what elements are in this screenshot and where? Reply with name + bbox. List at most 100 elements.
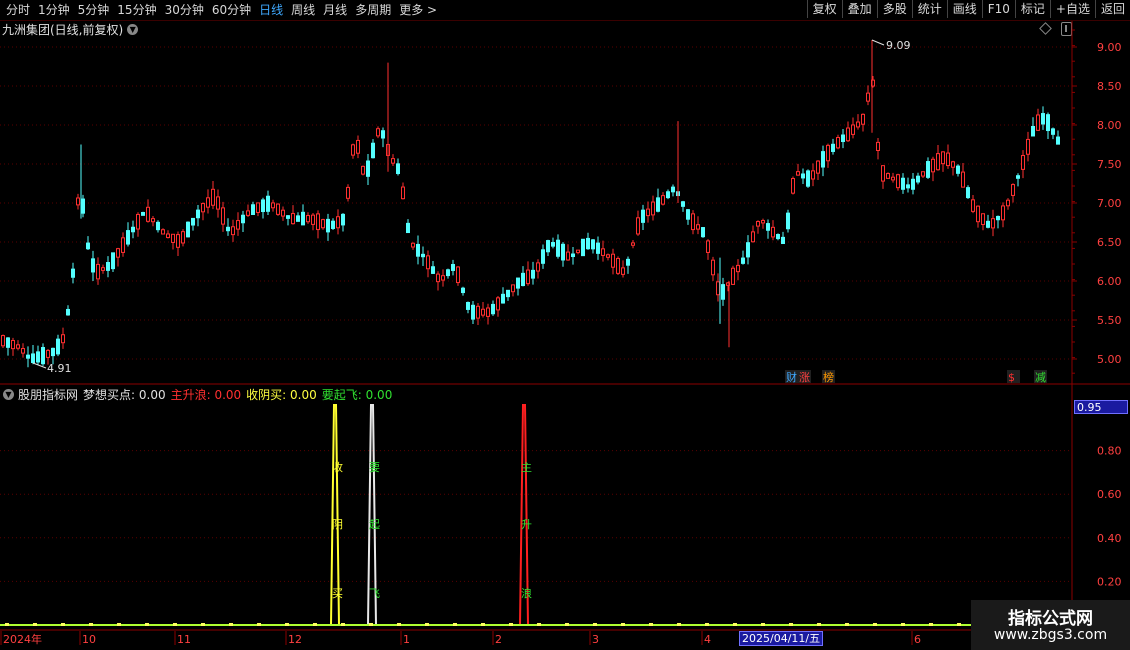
time-label: 6 (914, 633, 921, 646)
candle-body (356, 139, 360, 154)
candle-body (111, 252, 115, 270)
candle-body (1046, 114, 1050, 132)
candle-body (321, 219, 325, 229)
indicator-tick-label: 0.40 (1097, 532, 1122, 545)
candle-body (476, 305, 480, 319)
baseline-dot (677, 623, 681, 626)
candle-body (491, 303, 495, 315)
price-tick-label: 7.00 (1097, 197, 1122, 210)
candle-body (971, 199, 975, 212)
candle-body (846, 127, 850, 142)
event-tag[interactable]: 减 (1035, 371, 1046, 384)
candle-body (241, 214, 245, 224)
candle-body (976, 205, 980, 223)
candle-body (811, 170, 815, 180)
candle-body (166, 233, 170, 239)
candle-body (141, 211, 145, 216)
candle-body (1001, 205, 1005, 221)
candle-body (576, 249, 580, 254)
event-tag[interactable]: 榜 (823, 370, 834, 384)
candle-body (761, 220, 765, 224)
candle-body (256, 202, 260, 213)
baseline-dot (369, 623, 373, 626)
candle-body (636, 217, 640, 235)
candle-body (481, 308, 485, 316)
candle-body (966, 187, 970, 199)
candle-body (176, 234, 180, 248)
candle-body (151, 218, 155, 223)
baseline-dot (621, 623, 625, 626)
candle-body (841, 134, 845, 143)
candle-body (286, 215, 290, 219)
indicator-name: 股朋指标网 (18, 387, 79, 402)
candle-body (21, 348, 25, 354)
baseline-dot (649, 623, 653, 626)
candle-body (306, 214, 310, 223)
candle-body (521, 272, 525, 287)
candle-body (451, 264, 455, 271)
price-markers: 9.09 4.91 (32, 39, 911, 375)
chevron-down-icon[interactable]: ▼ (3, 388, 14, 400)
candle-body (11, 340, 15, 350)
candle-body (561, 243, 565, 261)
time-label: 4 (704, 633, 711, 646)
candle-body (246, 210, 250, 216)
candle-body (231, 226, 235, 236)
baseline-dot (733, 623, 737, 626)
candle-body (101, 267, 105, 271)
candle-body (546, 240, 550, 253)
baseline-dot (257, 623, 261, 626)
event-tag[interactable]: 涨 (799, 371, 810, 384)
candle-body (696, 224, 700, 230)
baseline-dot (313, 623, 317, 626)
candle-body (411, 242, 415, 248)
event-tag[interactable]: $ (1008, 371, 1015, 384)
candle-body (316, 213, 320, 231)
candle-body (786, 212, 790, 230)
candle-body (1051, 128, 1055, 135)
candle-body (326, 218, 330, 233)
event-tag[interactable]: 财 (786, 370, 797, 384)
baseline-dot (285, 623, 289, 626)
candle-body (106, 262, 110, 271)
high-marker-label: 9.09 (886, 39, 911, 52)
watermark-url: www.zbgs3.com (993, 627, 1108, 643)
baseline-dot (593, 623, 597, 626)
signal-char: 阴 (332, 518, 343, 531)
candle-body (341, 213, 345, 226)
baseline-dot (509, 623, 513, 626)
price-tick-label: 6.00 (1097, 275, 1122, 288)
candle-body (61, 334, 65, 344)
candle-body (601, 248, 605, 256)
indicator-tick-label: 0.60 (1097, 488, 1122, 501)
indicator-baseline (0, 623, 1073, 626)
price-tick-label: 8.00 (1097, 119, 1122, 132)
candle-body (666, 191, 670, 199)
candle-body (181, 231, 185, 244)
candle-body (911, 178, 915, 190)
candle-body (981, 213, 985, 226)
candle-body (121, 237, 125, 253)
baseline-dot (537, 623, 541, 626)
candle-body (351, 144, 355, 156)
candle-body (456, 266, 460, 284)
indicator-signals: 收阴买 要起飞 主升浪 (330, 404, 532, 626)
candle-body (631, 242, 635, 246)
time-label: 10 (82, 633, 96, 646)
candle-body (956, 165, 960, 174)
candle-body (361, 165, 365, 175)
kline-chart[interactable]: 9.00 8.50 8.00 7.50 7.00 6.50 6.00 5.50 5.00 9.0… (0, 0, 1130, 650)
candle-body (986, 220, 990, 228)
candle-body (536, 262, 540, 272)
candle-body (586, 237, 590, 250)
candle-body (406, 222, 410, 234)
candle-body (1026, 138, 1030, 155)
candle-body (701, 227, 705, 238)
candle-body (1036, 114, 1040, 131)
signal-char: 要 (369, 461, 380, 474)
price-tick-label: 7.50 (1097, 158, 1122, 171)
baseline-dot (33, 623, 37, 626)
candle-body (461, 287, 465, 294)
candle-body (801, 173, 805, 179)
candle-body (941, 151, 945, 165)
